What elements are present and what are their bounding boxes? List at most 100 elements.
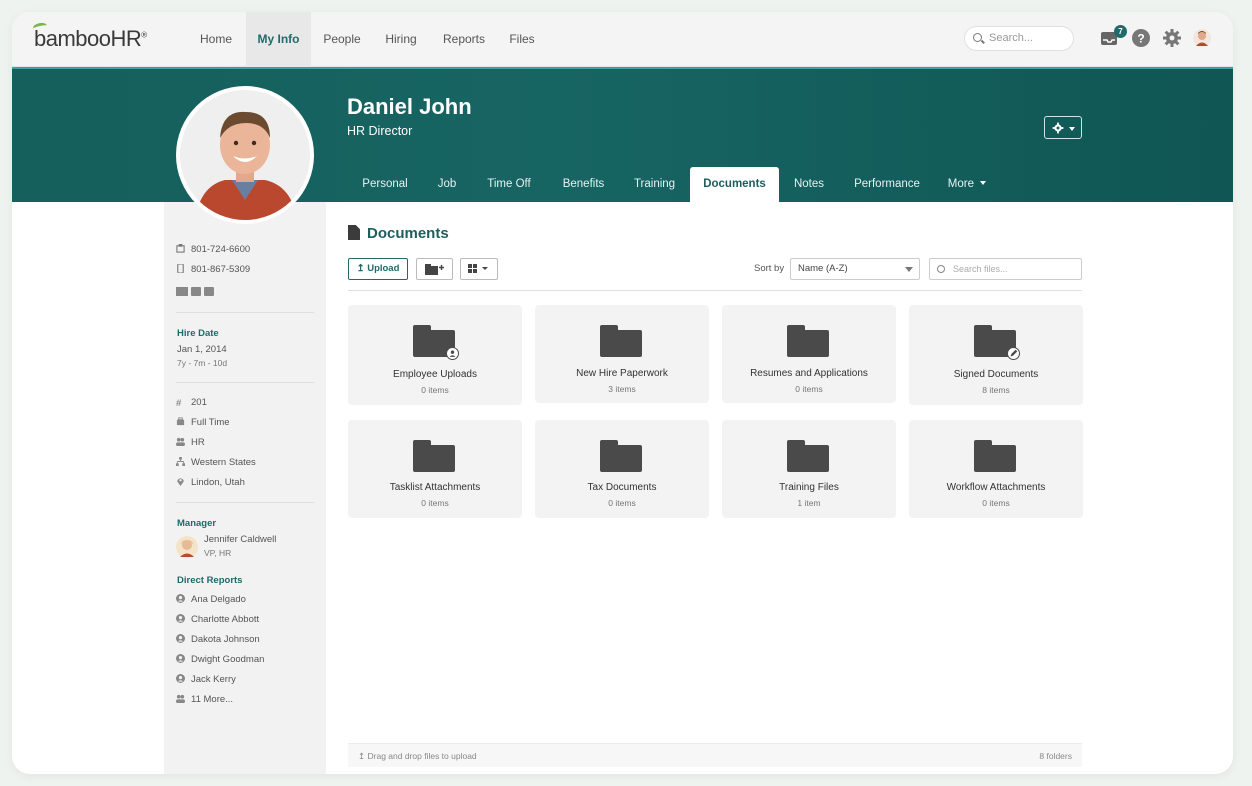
drop-zone-footer[interactable]: ↥ Drag and drop files to upload 8 folder…: [348, 743, 1082, 767]
gear-icon: [1052, 122, 1064, 134]
file-search-input[interactable]: Search files...: [929, 258, 1082, 280]
tab-more[interactable]: More: [942, 167, 992, 202]
folder-card[interactable]: Workflow Attachments 0 items: [909, 420, 1083, 518]
mobile-phone[interactable]: 801-867-5309: [176, 264, 250, 275]
employee-number-text: 201: [191, 397, 207, 408]
chevron-down-icon: [905, 267, 913, 272]
drop-hint: ↥ Drag and drop files to upload: [358, 751, 477, 762]
folder-name: New Hire Paperwork: [576, 368, 668, 379]
folder-total: 8 folders: [1039, 751, 1072, 761]
folder-card[interactable]: Resumes and Applications 0 items: [722, 305, 896, 403]
person-circle-icon: [176, 614, 185, 623]
tab-performance[interactable]: Performance: [848, 167, 926, 202]
new-folder-button[interactable]: [416, 258, 453, 280]
department-text: HR: [191, 437, 205, 448]
logo-text: bambooHR: [34, 26, 142, 51]
location-text: Lindon, Utah: [191, 477, 245, 488]
profile-actions-button[interactable]: [1044, 116, 1082, 139]
tenure: 7y - 7m - 10d: [177, 358, 228, 368]
folder-icon: [600, 325, 642, 357]
direct-report-name: Charlotte Abbott: [191, 614, 260, 625]
folder-icon: [600, 440, 642, 472]
folder-card[interactable]: Tax Documents 0 items: [535, 420, 709, 518]
upload-button[interactable]: ↥ Upload: [348, 258, 408, 280]
tab-documents[interactable]: Documents: [690, 167, 779, 202]
tab-training[interactable]: Training: [626, 167, 683, 202]
nav-hiring[interactable]: Hiring: [376, 12, 426, 67]
nav-reports[interactable]: Reports: [435, 12, 493, 67]
manager-avatar[interactable]: [176, 536, 198, 558]
folder-icon: [413, 325, 459, 360]
sort-dropdown[interactable]: Name (A-Z): [790, 258, 920, 280]
folder-card[interactable]: Training Files 1 item: [722, 420, 896, 518]
view-toggle-button[interactable]: [460, 258, 498, 280]
folder-icon: [974, 325, 1020, 360]
folder-card[interactable]: New Hire Paperwork 3 items: [535, 305, 709, 403]
folder-card[interactable]: Tasklist Attachments 0 items: [348, 420, 522, 518]
direct-report-name: Jack Kerry: [191, 674, 236, 685]
division: Western States: [176, 457, 256, 468]
hire-date: Jan 1, 2014: [177, 344, 227, 355]
file-search-placeholder: Search files...: [953, 264, 1008, 274]
app-window: bambooHR® Home My Info People Hiring Rep…: [12, 12, 1233, 774]
tab-personal[interactable]: Personal: [352, 167, 418, 202]
nav-my-info[interactable]: My Info: [246, 12, 311, 67]
direct-report-item[interactable]: Dakota Johnson: [176, 634, 260, 645]
nav-people[interactable]: People: [315, 12, 369, 67]
mobile-phone-icon: [177, 264, 184, 273]
org-chart-icon: [176, 457, 185, 466]
folder-name: Tasklist Attachments: [389, 482, 481, 493]
direct-report-name: Ana Delgado: [191, 594, 246, 605]
division-text: Western States: [191, 457, 256, 468]
nav-files[interactable]: Files: [500, 12, 544, 67]
sort-label: Sort by: [754, 263, 785, 274]
documents-heading: Documents: [367, 225, 449, 242]
folder-name: Resumes and Applications: [750, 368, 868, 379]
mobile-phone-text: 801-867-5309: [191, 264, 251, 275]
tab-time-off[interactable]: Time Off: [480, 167, 538, 202]
folder-card[interactable]: Signed Documents 8 items: [909, 305, 1083, 405]
folder-item-count: 0 items: [608, 498, 636, 508]
more-reports-link[interactable]: 11 More...: [176, 694, 233, 705]
folder-item-count: 0 items: [982, 498, 1010, 508]
tab-notes[interactable]: Notes: [786, 167, 832, 202]
tab-benefits[interactable]: Benefits: [555, 167, 612, 202]
folder-icon: [787, 440, 829, 472]
social-icons: [176, 287, 214, 296]
work-phone-text: 801-724-6600: [191, 244, 251, 255]
folder-name: Tax Documents: [587, 482, 657, 493]
nav-home[interactable]: Home: [188, 12, 244, 67]
hash-icon: #: [176, 398, 182, 409]
folder-name: Signed Documents: [953, 369, 1039, 380]
help-icon[interactable]: ?: [1131, 28, 1151, 48]
user-avatar-icon[interactable]: [1192, 28, 1212, 48]
profile-photo[interactable]: [176, 86, 314, 224]
manager-name[interactable]: Jennifer Caldwell: [204, 534, 276, 545]
folder-item-count: 0 items: [421, 498, 449, 508]
profile-sidebar: 801-724-6600 801-867-5309 Hire Date Jan …: [164, 202, 326, 774]
global-search-input[interactable]: Search...: [964, 26, 1074, 51]
folder-icon: [787, 325, 829, 357]
people-group-icon: [176, 437, 185, 446]
folder-name: Workflow Attachments: [946, 482, 1046, 493]
tab-job[interactable]: Job: [429, 167, 465, 202]
document-icon: [348, 225, 360, 240]
person-icon: [446, 347, 459, 360]
hire-date-label: Hire Date: [177, 328, 219, 339]
folder-item-count: 0 items: [421, 385, 449, 395]
people-icon: [176, 694, 185, 703]
search-icon: [937, 265, 945, 273]
employment-status-text: Full Time: [191, 417, 230, 428]
work-phone[interactable]: 801-724-6600: [176, 244, 250, 255]
department: HR: [176, 437, 205, 448]
manager-title: VP, HR: [204, 548, 232, 558]
direct-report-item[interactable]: Charlotte Abbott: [176, 614, 259, 625]
direct-report-item[interactable]: Dwight Goodman: [176, 654, 264, 665]
direct-report-item[interactable]: Jack Kerry: [176, 674, 236, 685]
folder-card[interactable]: Employee Uploads 0 items: [348, 305, 522, 405]
settings-gear-icon[interactable]: [1162, 28, 1182, 48]
direct-report-item[interactable]: Ana Delgado: [176, 594, 246, 605]
folder-item-count: 3 items: [608, 384, 636, 394]
bamboohr-logo[interactable]: bambooHR®: [32, 21, 147, 52]
tab-more-label: More: [947, 178, 974, 190]
